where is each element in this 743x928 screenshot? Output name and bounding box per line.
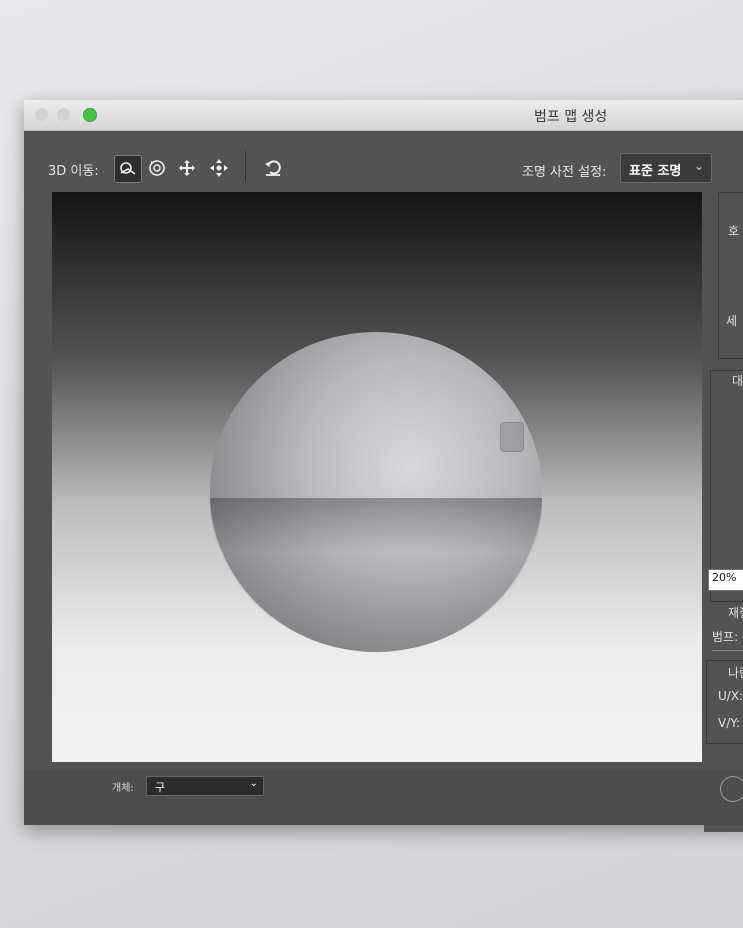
object-select-value: 구 — [155, 781, 166, 794]
chevron-down-icon: ⌄ — [249, 778, 258, 789]
bump-label: 범프: — [712, 630, 739, 644]
bump-slider[interactable] — [712, 650, 743, 651]
minimize-button[interactable] — [57, 108, 70, 121]
move-3d-label: 3D 이동: — [48, 164, 99, 179]
pan-3d-icon[interactable] — [174, 155, 200, 181]
close-button[interactable] — [35, 108, 48, 121]
lighting-preset-select[interactable]: 표준 조명 ⌄ — [620, 153, 712, 183]
lighting-preset-value: 표준 조명 — [629, 164, 682, 179]
rotate-3d-icon[interactable] — [114, 155, 142, 183]
object-label: 개체: — [112, 783, 134, 794]
lighting-preset-label: 조명 사전 설정: — [522, 165, 607, 180]
panel-label-2: 세 — [726, 314, 738, 328]
slide-3d-icon[interactable] — [206, 155, 232, 181]
toolbar-divider — [245, 151, 246, 183]
toolbar: 3D 이동: 조명 사전 설정: 표준 조명 ⌄ — [24, 131, 743, 191]
sphere-decal-mark — [500, 422, 524, 452]
sphere-preview[interactable] — [210, 332, 542, 652]
right-settings-panel: 호 세 대 20% 재질 미 범프: 나란히 U/X: 1 V/Y: 1 — [704, 192, 743, 832]
chevron-down-icon: ⌄ — [693, 159, 704, 173]
vy-label: V/Y: — [718, 716, 741, 730]
3d-preview-viewport[interactable] — [52, 192, 702, 762]
bump-map-window: 범프 맵 생성 3D 이동: 조명 사전 설정: 표준 조명 ⌄ 호 세 대 2… — [24, 100, 743, 832]
panel-label-3: 대 — [732, 374, 743, 388]
help-button[interactable] — [720, 776, 743, 802]
reset-view-icon[interactable] — [260, 155, 286, 181]
window-title: 범프 맵 생성 — [534, 109, 608, 125]
maximize-button[interactable] — [83, 108, 97, 122]
panel-group-top — [718, 192, 743, 359]
title-bar: 범프 맵 생성 — [24, 100, 743, 131]
zoom-field[interactable]: 20% — [708, 569, 743, 591]
object-select[interactable]: 구 ⌄ — [146, 776, 264, 796]
material-label: 재질 미 — [728, 606, 743, 620]
panel-group-preview — [710, 370, 743, 602]
roll-3d-icon[interactable] — [144, 155, 170, 181]
panel-label-1: 호 — [728, 224, 740, 238]
ux-label: U/X: — [718, 689, 743, 703]
tiling-label: 나란히 — [728, 666, 743, 680]
